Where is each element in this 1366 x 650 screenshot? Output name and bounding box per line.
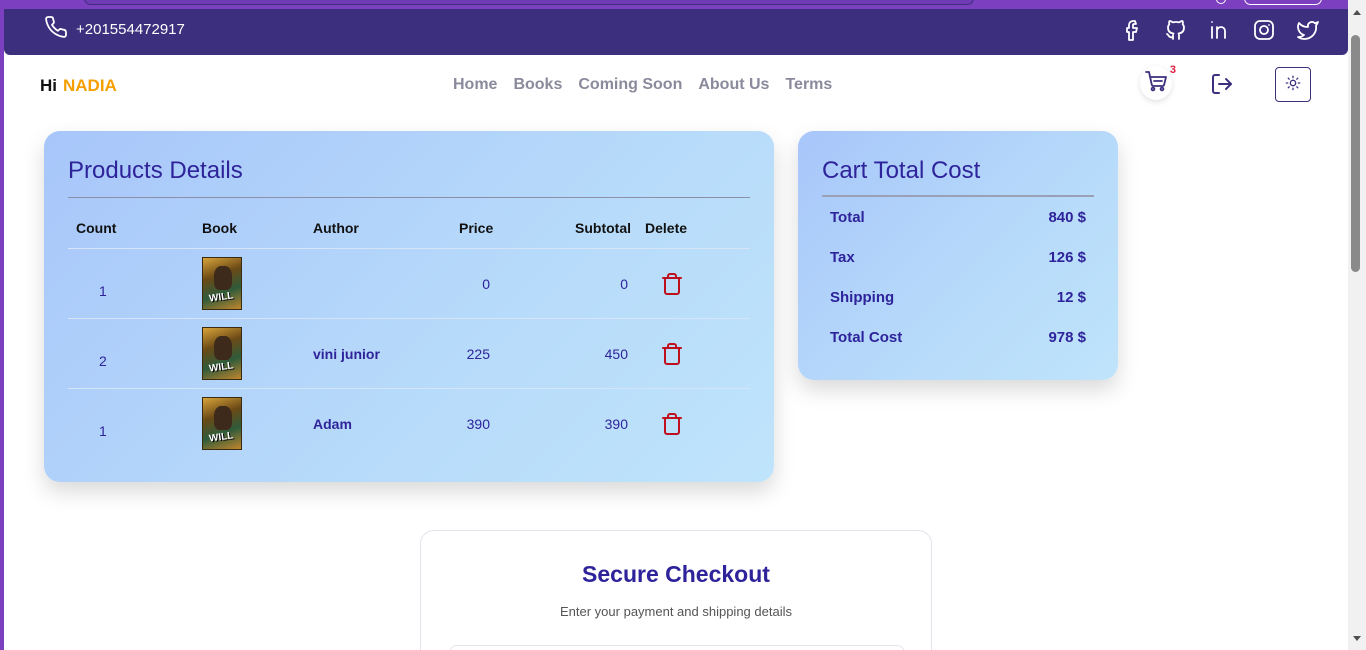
nav-link-coming-soon[interactable]: Coming Soon (578, 76, 682, 94)
nav-link-home[interactable]: Home (453, 76, 497, 94)
tax-value: 126 $ (1048, 249, 1086, 266)
row-count: 1 (99, 283, 107, 299)
cover-text: WILL (208, 290, 235, 305)
instagram-icon[interactable] (1250, 16, 1278, 44)
page-scrollbar[interactable] (1348, 0, 1366, 650)
secure-checkout-card: Secure Checkout Enter your payment and s… (420, 530, 932, 650)
total-value: 840 $ (1048, 209, 1086, 226)
top-pill-button (1244, 0, 1322, 5)
cart-count-badge: 3 (1169, 64, 1176, 76)
top-strip (4, 0, 1348, 9)
header-price: Price (459, 220, 494, 236)
linkedin-icon[interactable] (1206, 16, 1234, 44)
theme-toggle-button[interactable] (1275, 67, 1311, 102)
row-subtotal: 450 (604, 346, 628, 362)
tax-row: Tax 126 $ (830, 249, 1086, 266)
header-count: Count (76, 220, 117, 236)
address-bar (84, 0, 974, 5)
greeting-text: Hi (40, 76, 57, 95)
row-price: 225 (466, 346, 490, 362)
sun-icon (1285, 75, 1301, 95)
table-header: Count Book Author Price Subtotal Delete (68, 217, 750, 249)
total-cost-label: Total Cost (830, 329, 903, 346)
scrollbar-thumb[interactable] (1351, 35, 1360, 272)
phone-number: +201554472917 (76, 20, 185, 38)
cart-button[interactable]: 3 (1140, 64, 1176, 100)
nav-links: Home Books Coming Soon About Us Terms (453, 76, 832, 94)
trash-icon[interactable] (660, 272, 684, 299)
header-author: Author (313, 220, 359, 236)
row-price: 0 (482, 276, 490, 292)
scroll-down-icon[interactable] (1353, 636, 1361, 641)
nav-link-about-us[interactable]: About Us (698, 76, 769, 94)
shipping-label: Shipping (830, 289, 895, 306)
header-subtotal: Subtotal (575, 220, 631, 236)
tax-label: Tax (830, 249, 855, 266)
row-count: 2 (99, 353, 107, 369)
book-cover-image: WILL (202, 327, 242, 380)
logout-button[interactable] (1210, 72, 1234, 100)
shipping-value: 12 $ (1056, 289, 1086, 306)
trash-icon[interactable] (660, 342, 684, 369)
contact-bar: +201554472917 (4, 9, 1348, 55)
cart-icon (1144, 69, 1168, 97)
total-cost-row: Total Cost 978 $ (830, 329, 1086, 346)
book-cover-image: WILL (202, 257, 242, 310)
divider (822, 195, 1094, 197)
table-row: 1 WILL 0 0 (68, 249, 750, 319)
table-row: 2 WILL vini junior 225 450 (68, 319, 750, 389)
checkout-subtitle: Enter your payment and shipping details (560, 604, 792, 619)
total-row: Total 840 $ (830, 209, 1086, 226)
status-dot (1216, 0, 1226, 4)
cover-text: WILL (208, 360, 235, 375)
book-cover-image: WILL (202, 397, 242, 450)
shipping-row: Shipping 12 $ (830, 289, 1086, 306)
checkout-field[interactable] (449, 645, 905, 650)
facebook-icon[interactable] (1118, 16, 1146, 44)
cover-text: WILL (208, 430, 235, 445)
products-details-card: Products Details Count Book Author Price… (44, 131, 774, 482)
checkout-title: Secure Checkout (582, 561, 770, 587)
phone-icon (44, 15, 68, 43)
username: NADIA (63, 76, 117, 95)
scroll-up-icon[interactable] (1353, 10, 1361, 15)
cart-total-card: Cart Total Cost Total 840 $ Tax 126 $ Sh… (798, 131, 1118, 380)
row-price: 390 (466, 416, 490, 432)
page: +201554472917 Hi NADIA Home Books Coming… (4, 0, 1348, 650)
row-count: 1 (99, 423, 107, 439)
trash-icon[interactable] (660, 412, 684, 439)
row-subtotal: 0 (620, 276, 628, 292)
phone-contact[interactable]: +201554472917 (44, 15, 185, 43)
products-title: Products Details (68, 157, 243, 184)
cart-total-title: Cart Total Cost (822, 157, 981, 184)
user-greeting: Hi NADIA (40, 76, 117, 96)
nav-link-terms[interactable]: Terms (785, 76, 832, 94)
header-book: Book (202, 220, 237, 236)
twitter-icon[interactable] (1294, 16, 1322, 44)
github-icon[interactable] (1162, 16, 1190, 44)
row-author: vini junior (313, 346, 380, 362)
logout-icon (1210, 74, 1234, 100)
divider (68, 197, 750, 198)
row-subtotal: 390 (604, 416, 628, 432)
total-label: Total (830, 209, 865, 226)
navbar: Hi NADIA Home Books Coming Soon About Us … (4, 55, 1348, 119)
nav-link-books[interactable]: Books (513, 76, 562, 94)
row-author: Adam (313, 416, 352, 432)
social-links (1118, 16, 1322, 44)
total-cost-value: 978 $ (1048, 329, 1086, 346)
table-row: 1 WILL Adam 390 390 (68, 389, 750, 459)
header-delete: Delete (645, 220, 688, 236)
